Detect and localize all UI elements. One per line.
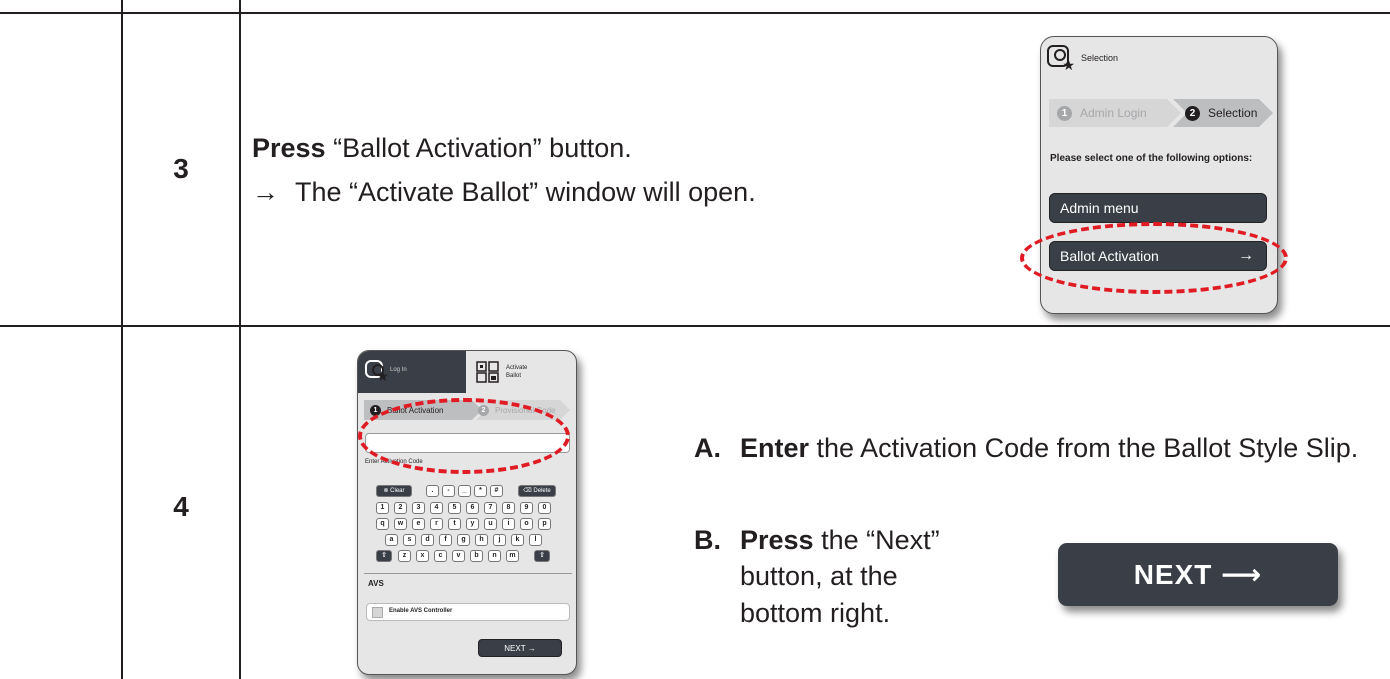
key-asterisk[interactable]: *	[474, 485, 487, 497]
selection-prompt: Please select one of the following optio…	[1050, 153, 1253, 164]
breadcrumb-step-2: 2 Selection	[1185, 99, 1257, 127]
avs-divider	[364, 573, 572, 574]
next-button[interactable]: NEXT ⟶	[1058, 543, 1338, 606]
key-2[interactable]: 2	[394, 502, 407, 514]
step-3-line-2: → The “Activate Ballot” window will open.	[252, 177, 756, 208]
step-3-line-1: Press “Ballot Activation” button.	[252, 133, 632, 163]
avs-heading: AVS	[368, 579, 384, 588]
key-q[interactable]: q	[376, 518, 389, 530]
key-9[interactable]: 9	[520, 502, 533, 514]
key-u[interactable]: u	[484, 518, 497, 530]
table-row-divider	[0, 325, 1390, 327]
shift-right-key[interactable]: ⇧	[534, 550, 550, 562]
key-a[interactable]: a	[385, 534, 398, 546]
key-z[interactable]: z	[398, 550, 411, 562]
table-top-border	[0, 12, 1390, 14]
key-1[interactable]: 1	[376, 502, 389, 514]
key-x[interactable]: x	[416, 550, 429, 562]
key-p[interactable]: p	[538, 518, 551, 530]
breadcrumb-step-1: 1 Admin Login	[1057, 99, 1147, 127]
key-r[interactable]: r	[430, 518, 443, 530]
key-dash[interactable]: -	[442, 485, 455, 497]
highlight-ellipse	[358, 398, 570, 474]
key-v[interactable]: v	[452, 550, 465, 562]
key-4[interactable]: 4	[430, 502, 443, 514]
key-6[interactable]: 6	[466, 502, 479, 514]
key-l[interactable]: l	[529, 534, 542, 546]
key-e[interactable]: e	[412, 518, 425, 530]
table-left-border	[121, 0, 123, 679]
shift-left-key[interactable]: ⇧	[376, 550, 392, 562]
key-m[interactable]: m	[506, 550, 519, 562]
key-7[interactable]: 7	[484, 502, 497, 514]
key-g[interactable]: g	[457, 534, 470, 546]
key-o[interactable]: o	[520, 518, 533, 530]
step-number-4: 4	[173, 491, 189, 522]
user-admin-icon	[1047, 45, 1075, 74]
next-button-small[interactable]: NEXT →	[478, 639, 562, 657]
key-underscore[interactable]: _	[458, 485, 471, 497]
key-b[interactable]: b	[470, 550, 483, 562]
breadcrumb: 1 Admin Login 2 Selection	[1049, 97, 1275, 129]
key-f[interactable]: f	[439, 534, 452, 546]
key-d[interactable]: d	[421, 534, 434, 546]
key-y[interactable]: y	[466, 518, 479, 530]
screen-title: Selection	[1081, 53, 1119, 63]
key-i[interactable]: i	[502, 518, 515, 530]
key-s[interactable]: s	[403, 534, 416, 546]
step-4-instruction-a: A. Enter the Activation Code from the Ba…	[694, 433, 1359, 463]
key-c[interactable]: c	[434, 550, 447, 562]
key-5[interactable]: 5	[448, 502, 461, 514]
key-t[interactable]: t	[448, 518, 461, 530]
step-number-3: 3	[173, 153, 189, 184]
key-k[interactable]: k	[511, 534, 524, 546]
admin-menu-button[interactable]: Admin menu	[1049, 193, 1267, 223]
key-h[interactable]: h	[475, 534, 488, 546]
checkbox[interactable]	[372, 607, 383, 618]
key-n[interactable]: n	[488, 550, 501, 562]
step-4-instruction-b: B. Press the “Next” button, at the botto…	[694, 525, 940, 628]
clear-key[interactable]: ⊗ Clear	[376, 485, 412, 497]
key-0[interactable]: 0	[538, 502, 551, 514]
avs-checkbox-row[interactable]: Enable AVS Controller	[366, 603, 570, 621]
key-3[interactable]: 3	[412, 502, 425, 514]
delete-key[interactable]: ⌫ Delete	[518, 485, 556, 497]
key-8[interactable]: 8	[502, 502, 515, 514]
key-hash[interactable]: #	[490, 485, 503, 497]
key-period[interactable]: .	[426, 485, 439, 497]
step-3-instruction: Press “Ballot Activation” button. → The “…	[252, 130, 1012, 211]
table-column-divider	[239, 0, 241, 679]
key-w[interactable]: w	[394, 518, 407, 530]
highlight-ellipse	[1020, 222, 1288, 294]
key-j[interactable]: j	[493, 534, 506, 546]
